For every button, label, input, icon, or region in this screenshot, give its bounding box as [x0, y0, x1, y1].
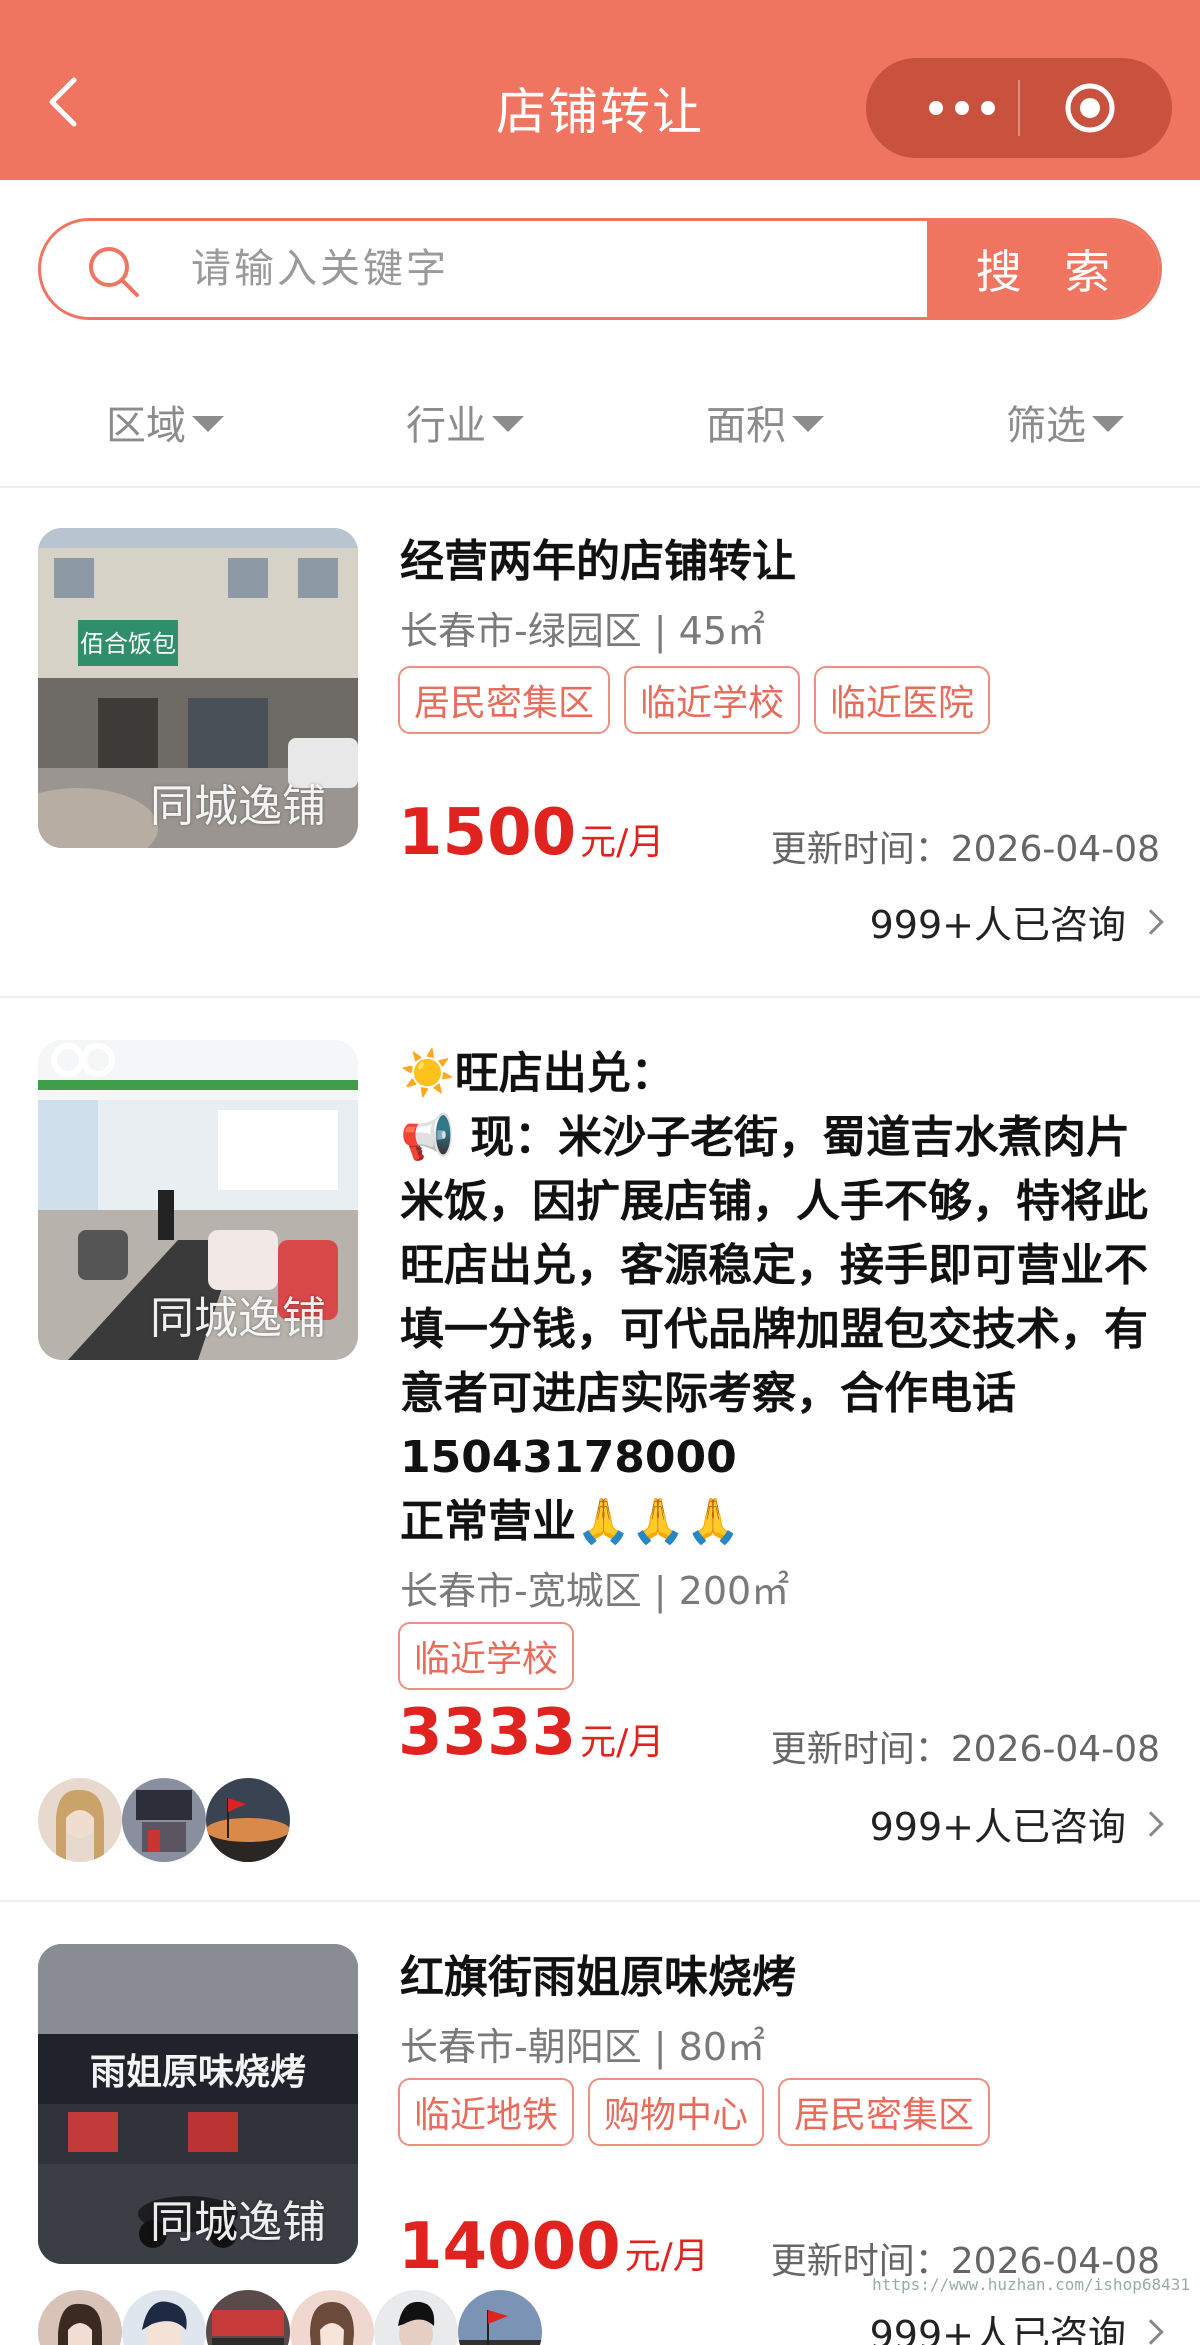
tag: 临近学校 — [398, 1622, 575, 1690]
price: 14000 元/月 — [398, 2210, 709, 2284]
search-button[interactable]: 搜 索 — [927, 221, 1159, 317]
avatar — [206, 2290, 290, 2345]
listing-location: 长春市-朝阳区 | 80㎡ — [400, 2025, 766, 2069]
image-watermark: 同城逸铺 — [150, 2197, 326, 2248]
price-unit: 元/月 — [624, 2236, 709, 2277]
caret-down-icon — [492, 416, 524, 432]
caret-down-icon — [192, 416, 224, 432]
divider — [0, 486, 1200, 488]
price: 3333 元/月 — [398, 1696, 664, 1770]
listing-location: 长春市-宽城区 | 200㎡ — [400, 1569, 790, 1613]
consult-link[interactable]: 999+人已咨询 — [869, 1796, 1164, 1851]
filter-region[interactable]: 区域 — [106, 392, 224, 452]
search-input[interactable] — [191, 221, 951, 317]
listing-photo: 同城逸铺 — [38, 1040, 358, 1360]
close-miniprogram-icon[interactable] — [1064, 82, 1116, 134]
price-unit: 元/月 — [580, 822, 665, 863]
divider — [0, 1900, 1200, 1902]
price-unit: 元/月 — [580, 1722, 665, 1763]
tag: 居民密集区 — [398, 666, 611, 734]
consultant-avatars — [38, 1778, 290, 1862]
filter-label: 行业 — [406, 403, 486, 449]
tag: 购物中心 — [588, 2078, 765, 2146]
search-bar: 搜 索 — [38, 218, 1162, 320]
filter-bar: 区域 行业 面积 筛选 — [0, 380, 1200, 470]
chevron-right-icon — [1138, 908, 1164, 935]
tag: 居民密集区 — [778, 2078, 991, 2146]
tag-list: 居民密集区 临近学校 临近医院 — [398, 666, 991, 734]
filter-label: 面积 — [706, 403, 786, 449]
avatar — [38, 2290, 122, 2345]
image-watermark: 同城逸铺 — [150, 781, 326, 832]
shop-sign: 佰合饭包 — [80, 630, 176, 658]
avatar — [458, 2290, 542, 2345]
listing-description: ☀️旺店出兑： 📢 现：米沙子老街，蜀道吉水煮肉片米饭，因扩展店铺，人手不够，特… — [400, 1048, 1148, 1547]
filter-label: 区域 — [106, 403, 186, 449]
search-icon — [85, 243, 141, 299]
capsule-divider — [1018, 80, 1020, 136]
miniprogram-capsule — [866, 58, 1172, 158]
tag-list: 临近学校 — [398, 1622, 575, 1690]
consult-count: 999+人已咨询 — [869, 1805, 1126, 1849]
tag: 临近地铁 — [398, 2078, 575, 2146]
listing-title: 经营两年的店铺转让 — [400, 536, 796, 587]
listing-photo: 雨姐原味烧烤 同城逸铺 — [38, 1944, 358, 2264]
avatar — [122, 1778, 206, 1862]
chevron-right-icon — [1138, 2318, 1164, 2345]
chevron-right-icon — [1138, 1810, 1164, 1837]
update-time: 更新时间：2026-04-08 — [770, 829, 1160, 870]
filter-area[interactable]: 面积 — [706, 392, 824, 452]
price-value: 3333 — [398, 1696, 577, 1770]
image-watermark: 同城逸铺 — [150, 1293, 326, 1344]
caret-down-icon — [1092, 416, 1124, 432]
price-value: 1500 — [398, 796, 577, 870]
consult-link[interactable]: 999+人已咨询 — [869, 2304, 1164, 2345]
nav-header: 店铺转让 — [0, 0, 1200, 180]
divider — [0, 996, 1200, 998]
avatar — [38, 1778, 122, 1862]
tag: 临近医院 — [814, 666, 991, 734]
filter-industry[interactable]: 行业 — [406, 392, 524, 452]
avatar — [374, 2290, 458, 2345]
tag-list: 临近地铁 购物中心 居民密集区 — [398, 2078, 991, 2146]
consult-count: 999+人已咨询 — [869, 903, 1126, 947]
avatar — [290, 2290, 374, 2345]
listing-title: 红旗街雨姐原味烧烤 — [400, 1952, 796, 2003]
watermark-url: https://www.huzhan.com/ishop68431 — [872, 2275, 1190, 2294]
more-icon[interactable] — [912, 98, 1012, 118]
avatar — [122, 2290, 206, 2345]
update-time: 更新时间：2026-04-08 — [770, 1729, 1160, 1770]
filter-label: 筛选 — [1006, 403, 1086, 449]
listing-photo: 佰合饭包 同城逸铺 — [38, 528, 358, 848]
avatar — [206, 1778, 290, 1862]
price: 1500 元/月 — [398, 796, 664, 870]
consult-count: 999+人已咨询 — [869, 2313, 1126, 2345]
caret-down-icon — [792, 416, 824, 432]
consultant-avatars — [38, 2290, 542, 2345]
tag: 临近学校 — [624, 666, 801, 734]
price-value: 14000 — [398, 2210, 621, 2284]
shop-sign: 雨姐原味烧烤 — [90, 2052, 306, 2093]
consult-link[interactable]: 999+人已咨询 — [869, 894, 1164, 949]
filter-more[interactable]: 筛选 — [1006, 392, 1124, 452]
listing-location: 长春市-绿园区 | 45㎡ — [400, 609, 766, 653]
